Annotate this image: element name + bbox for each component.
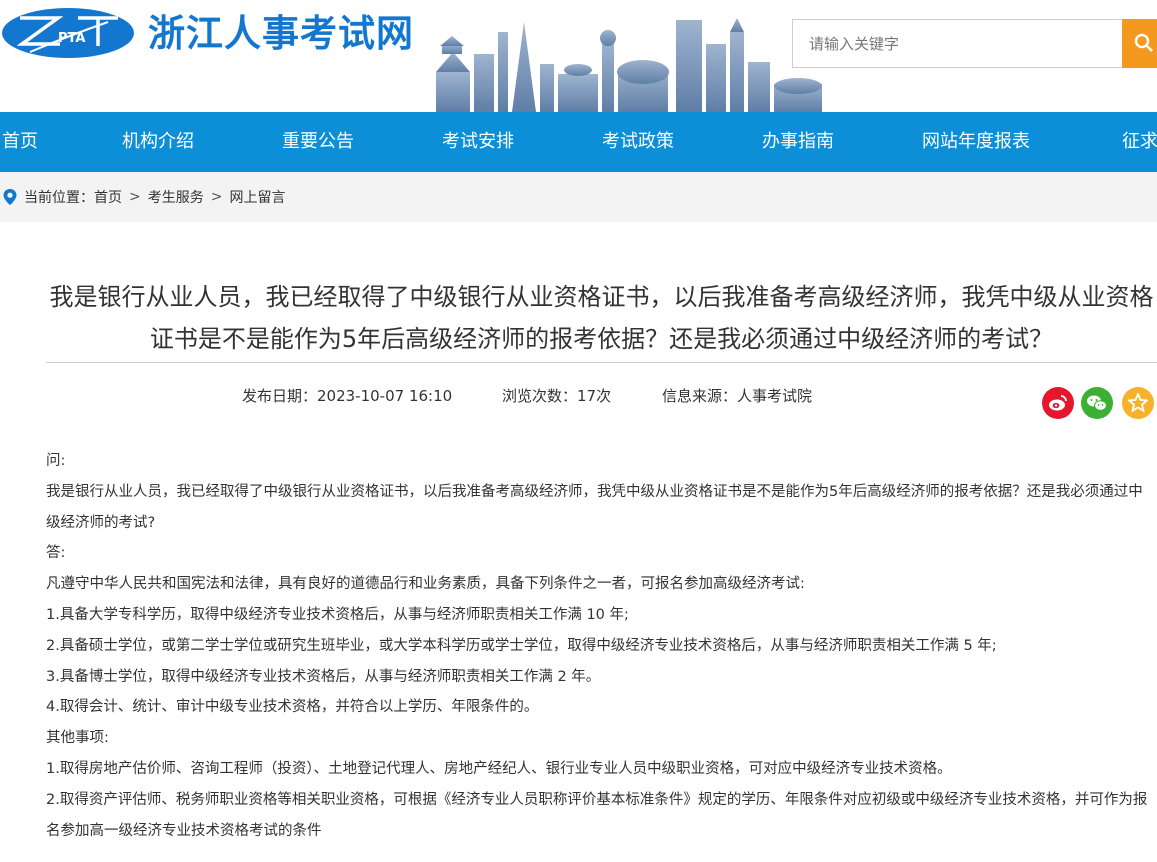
site-logo[interactable]: PTA [0,6,140,60]
breadcrumb-home[interactable]: 首页 [94,187,122,207]
article-paragraph: 凡遵守中华人民共和国宪法和法律，具有良好的道德品行和业务素质，具备下列条件之一者… [46,576,805,593]
weibo-icon [1049,395,1067,411]
article-paragraph: 1.取得房地产估价师、咨询工程师（投资）、土地登记代理人、房地产经纪人、银行业专… [46,760,952,777]
favorite-button[interactable] [1122,387,1154,419]
share-weibo-button[interactable] [1042,387,1074,419]
info-source: 信息来源：人事考试院 [662,387,813,405]
search-box [792,19,1122,68]
search-icon [1134,33,1153,52]
nav-item-guide[interactable]: 办事指南 [762,112,834,172]
breadcrumb-separator: > [210,189,223,205]
nav-item-annual-report[interactable]: 网站年度报表 [922,112,1030,172]
wechat-icon [1087,395,1107,411]
location-pin-icon [3,189,17,205]
nav-item-exam-schedule[interactable]: 考试安排 [442,112,514,172]
site-header: PTA 浙江人事考试网 [0,0,1157,112]
nav-item-home[interactable]: 首页 [2,112,38,172]
breadcrumb-bar: 当前位置： 首页 > 考生服务 > 网上留言 [0,172,1157,222]
site-name: 浙江人事考试网 [148,12,414,55]
city-skyline-banner [436,18,822,112]
nav-item-about[interactable]: 机构介绍 [122,112,194,172]
svg-text:PTA: PTA [58,31,85,46]
article-paragraph: 我是银行从业人员，我已经取得了中级银行从业资格证书，以后我准备考高级经济师，我凭… [46,483,1143,531]
breadcrumb-candidate-service[interactable]: 考生服务 [148,187,204,207]
favorite-star-icon [1128,393,1148,412]
breadcrumb-prefix: 当前位置： [24,190,94,206]
main-nav: 首页 机构介绍 重要公告 考试安排 考试政策 办事指南 网站年度报表 征求 [0,112,1157,172]
search-input[interactable] [793,20,1122,67]
share-wechat-button[interactable] [1081,387,1113,419]
article-paragraph: 1.具备大学专科学历，取得中级经济专业技术资格后，从事与经济师职责相关工作满 1… [46,606,629,623]
title-divider [46,362,1157,363]
article-paragraph: 其他事项: [46,730,109,747]
article-paragraph: 4.取得会计、统计、审计中级专业技术资格，并符合以上学历、年限条件的。 [46,699,539,716]
article-paragraph: 问: [46,453,66,469]
article-paragraph: 2.取得资产评估师、税务师职业资格等相关职业资格，可根据《经济专业人员职称评价基… [46,791,1148,839]
search-button[interactable] [1122,19,1157,68]
article-paragraph: 3.具备博士学位，取得中级经济专业技术资格后，从事与经济师职责相关工作满 2 年… [46,668,601,685]
nav-item-exam-policy[interactable]: 考试政策 [602,112,674,172]
view-count: 浏览次数：17次 [502,387,612,405]
article-paragraph: 2.具备硕士学位，或第二学士学位或研究生班毕业，或大学本科学历或学士学位，取得中… [46,637,997,654]
breadcrumb: 当前位置： 首页 > 考生服务 > 网上留言 [2,187,285,207]
publish-date: 发布日期：2023-10-07 16:10 [242,387,453,405]
nav-item-solicit[interactable]: 征求 [1122,112,1157,172]
article-title: 我是银行从业人员，我已经取得了中级银行从业资格证书，以后我准备考高级经济师，我凭… [49,283,1154,353]
article-paragraph: 答: [46,545,66,562]
article-body: 问: 我是银行从业人员，我已经取得了中级银行从业资格证书，以后我准备考高级经济师… [46,446,1150,846]
nav-item-announcements[interactable]: 重要公告 [282,112,354,172]
breadcrumb-online-message[interactable]: 网上留言 [229,187,285,207]
breadcrumb-separator: > [129,189,141,205]
